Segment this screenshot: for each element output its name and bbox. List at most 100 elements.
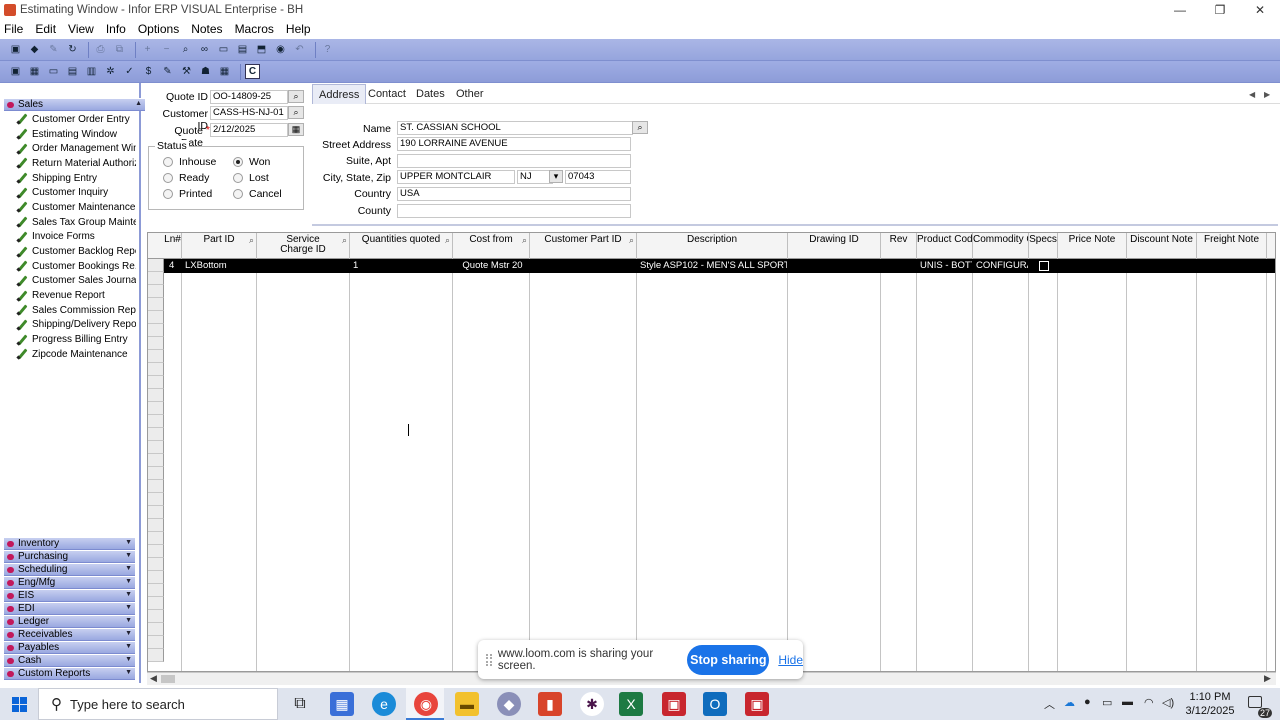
- save-icon[interactable]: ▣: [8, 42, 23, 57]
- row-selector[interactable]: [148, 402, 164, 415]
- table-row[interactable]: 4 LXBottom 1 Quote Mstr 20 Style ASP102 …: [164, 259, 1275, 273]
- wrench-icon[interactable]: ⚒: [179, 64, 194, 79]
- edge-icon[interactable]: e: [372, 692, 396, 716]
- hide-link[interactable]: Hide: [778, 653, 803, 667]
- row-selector[interactable]: [148, 363, 164, 376]
- calendar-picker-icon[interactable]: ▦: [288, 123, 304, 136]
- dollar-icon[interactable]: $: [141, 64, 156, 79]
- app-icon[interactable]: ◆: [497, 692, 521, 716]
- excel-icon[interactable]: X: [619, 692, 643, 716]
- taskbar-search[interactable]: ⚲ Type here to search: [38, 688, 278, 720]
- help-icon[interactable]: ?: [320, 42, 335, 57]
- column-search-icon[interactable]: ⌕: [342, 235, 347, 245]
- tab-contact[interactable]: Contact: [362, 84, 412, 104]
- sidebar-module-header[interactable]: Receivables ▼: [4, 628, 135, 641]
- row-selector[interactable]: [148, 298, 164, 311]
- undo-icon[interactable]: ↶: [292, 42, 307, 57]
- column-search-icon[interactable]: ⌕: [445, 235, 450, 245]
- battery-icon[interactable]: ▬: [1122, 696, 1133, 708]
- zip-field[interactable]: 07043: [565, 170, 631, 184]
- column-header[interactable]: Discount Note: [1127, 233, 1197, 259]
- row-selector[interactable]: [148, 454, 164, 467]
- system-clock[interactable]: 1:10 PM 3/12/2025: [1180, 690, 1240, 718]
- row-selector[interactable]: [148, 506, 164, 519]
- tray-expand-icon[interactable]: ︿: [1044, 696, 1055, 712]
- start-button[interactable]: [0, 688, 38, 720]
- gear-icon[interactable]: ✲: [103, 64, 118, 79]
- print-icon[interactable]: ⎙: [93, 42, 108, 57]
- notification-center[interactable]: 27: [1244, 694, 1272, 718]
- sidebar-item[interactable]: Sales Tax Group Mainte...: [16, 215, 136, 230]
- outlook-icon[interactable]: O: [703, 692, 727, 716]
- microphone-icon[interactable]: ●: [1084, 696, 1091, 708]
- row-selector[interactable]: [148, 610, 164, 623]
- sidebar-module-header[interactable]: Cash ▼: [4, 654, 135, 667]
- status-cancel-radio[interactable]: Cancel: [233, 188, 282, 200]
- form-icon[interactable]: ▦: [27, 64, 42, 79]
- column-header[interactable]: Cost from ⌕: [453, 233, 530, 259]
- column-search-icon[interactable]: ⌕: [629, 235, 634, 245]
- cell-cost-from[interactable]: Quote Mstr 20: [453, 259, 529, 273]
- menu-macros[interactable]: Macros: [235, 22, 274, 36]
- sidebar-item[interactable]: Order Management Win...: [16, 141, 136, 156]
- sidebar-item[interactable]: Customer Order Entry: [16, 112, 136, 127]
- quote-id-field[interactable]: OO-14809-25: [210, 90, 288, 104]
- tab-address[interactable]: Address: [312, 84, 367, 104]
- column-header[interactable]: Freight Note: [1197, 233, 1267, 259]
- tab-next-icon[interactable]: ▶: [1264, 90, 1270, 99]
- sidebar-header-sales[interactable]: Sales ▲: [4, 98, 145, 111]
- close-button[interactable]: ✕: [1240, 0, 1280, 20]
- find-icon[interactable]: ⌕: [178, 42, 193, 57]
- specs-checkbox[interactable]: [1039, 261, 1049, 271]
- row-selector[interactable]: [148, 272, 164, 285]
- menu-notes[interactable]: Notes: [191, 22, 222, 36]
- customer-id-lookup-icon[interactable]: ⌕: [288, 106, 304, 119]
- sidebar-item[interactable]: Shipping Entry: [16, 171, 136, 186]
- state-dropdown-icon[interactable]: ▾: [549, 170, 563, 183]
- row-selector[interactable]: [148, 558, 164, 571]
- sidebar-module-header[interactable]: EIS ▼: [4, 589, 135, 602]
- row-selector[interactable]: [148, 649, 164, 662]
- customer-id-field[interactable]: CASS-HS-NJ-01: [210, 106, 288, 120]
- row-selector[interactable]: [148, 636, 164, 649]
- visual-erp-icon[interactable]: ▣: [662, 692, 686, 716]
- sidebar-module-header[interactable]: Inventory ▼: [4, 537, 135, 550]
- cell-part-id[interactable]: LXBottom: [182, 259, 256, 273]
- web-icon[interactable]: ◉: [273, 42, 288, 57]
- sidebar-item[interactable]: Progress Billing Entry: [16, 332, 136, 347]
- status-printed-radio[interactable]: Printed: [163, 188, 212, 200]
- sidebar-module-header[interactable]: Scheduling ▼: [4, 563, 135, 576]
- column-header[interactable]: Quantities quoted ⌕: [350, 233, 453, 259]
- cell-rev[interactable]: [881, 259, 916, 273]
- county-field[interactable]: [397, 204, 631, 218]
- onedrive-icon[interactable]: ☁: [1064, 696, 1075, 709]
- column-header[interactable]: Description: [637, 233, 788, 259]
- cell-product-code[interactable]: UNIS - BOTT: [917, 259, 972, 273]
- row-selector[interactable]: [148, 467, 164, 480]
- cell-quantities-quoted[interactable]: 1: [350, 259, 452, 273]
- cell-drawing-id[interactable]: [788, 259, 880, 273]
- task-view-icon[interactable]: ⧉: [288, 692, 312, 716]
- disk-icon[interactable]: ▣: [8, 64, 23, 79]
- notes-icon[interactable]: ▤: [65, 64, 80, 79]
- column-header[interactable]: Product Code: [917, 233, 973, 259]
- row-selector[interactable]: [148, 584, 164, 597]
- menu-file[interactable]: File: [4, 22, 23, 36]
- report-icon[interactable]: ▤: [235, 42, 250, 57]
- page-icon[interactable]: ▭: [46, 64, 61, 79]
- sidebar-item[interactable]: Customer Maintenance: [16, 200, 136, 215]
- delete-row-icon[interactable]: −: [159, 42, 174, 57]
- grid-icon[interactable]: ▦: [217, 64, 232, 79]
- sidebar-item[interactable]: Shipping/Delivery Report: [16, 318, 136, 333]
- column-header[interactable]: Part ID ⌕: [182, 233, 257, 259]
- minimize-button[interactable]: —: [1160, 0, 1200, 20]
- sidebar-module-header[interactable]: Custom Reports ▼: [4, 667, 135, 680]
- clipboard-icon[interactable]: ▥: [84, 64, 99, 79]
- sidebar-item[interactable]: Estimating Window: [16, 127, 136, 142]
- sidebar-item[interactable]: Invoice Forms: [16, 230, 136, 245]
- row-selector[interactable]: [148, 285, 164, 298]
- new-icon[interactable]: ◆: [27, 42, 42, 57]
- status-lost-radio[interactable]: Lost: [233, 172, 269, 184]
- column-search-icon[interactable]: ⌕: [249, 235, 254, 245]
- menu-edit[interactable]: Edit: [35, 22, 56, 36]
